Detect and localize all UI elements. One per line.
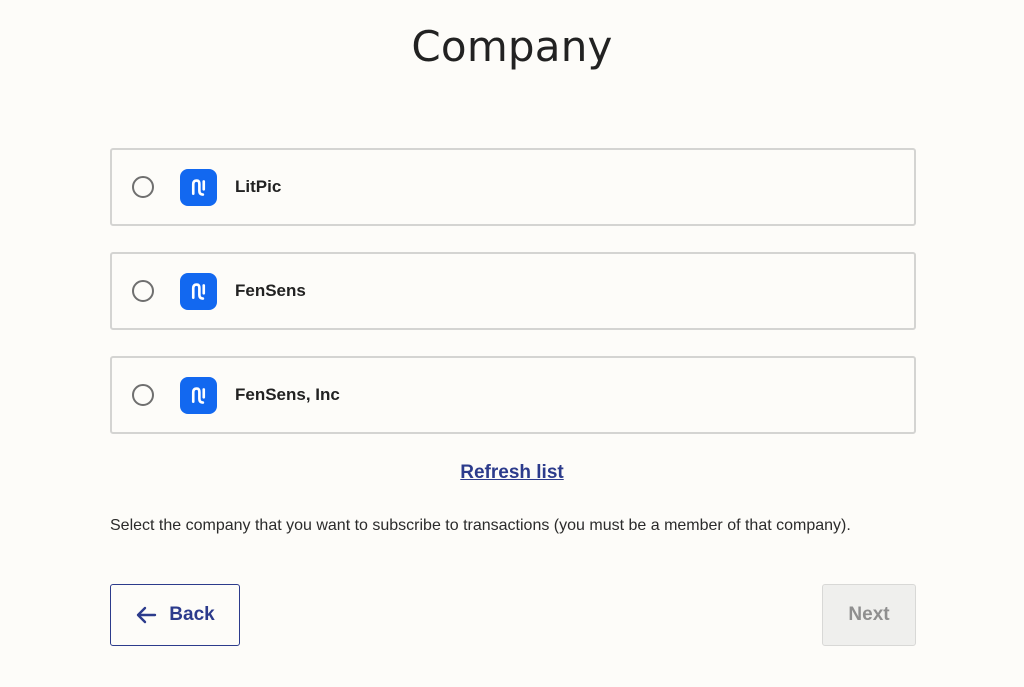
refresh-container: Refresh list	[0, 462, 1024, 484]
company-name: FenSens	[235, 281, 306, 300]
helper-text: Select the company that you want to subs…	[110, 517, 851, 534]
back-button[interactable]: Back	[110, 584, 240, 646]
next-button-label: Next	[848, 604, 890, 625]
company-option-litpic[interactable]: LitPic	[110, 148, 916, 226]
app-logo-icon	[180, 376, 217, 414]
radio-button[interactable]	[132, 280, 154, 302]
radio-button[interactable]	[132, 176, 154, 198]
refresh-list-link[interactable]: Refresh list	[460, 462, 563, 483]
app-logo-icon	[180, 168, 217, 206]
company-selection-page: Company LitPic FenSens FenSens, Inc Refr…	[0, 0, 1024, 687]
app-logo-icon	[180, 272, 217, 310]
company-option-fensens[interactable]: FenSens	[110, 252, 916, 330]
company-options-list: LitPic FenSens FenSens, Inc	[110, 148, 916, 460]
company-option-fensens-inc[interactable]: FenSens, Inc	[110, 356, 916, 434]
arrow-left-icon	[135, 606, 157, 624]
back-button-label: Back	[169, 604, 215, 625]
company-name: LitPic	[235, 177, 282, 196]
next-button[interactable]: Next	[822, 584, 916, 646]
radio-button[interactable]	[132, 384, 154, 406]
page-title: Company	[411, 22, 613, 71]
company-name: FenSens, Inc	[235, 385, 340, 404]
